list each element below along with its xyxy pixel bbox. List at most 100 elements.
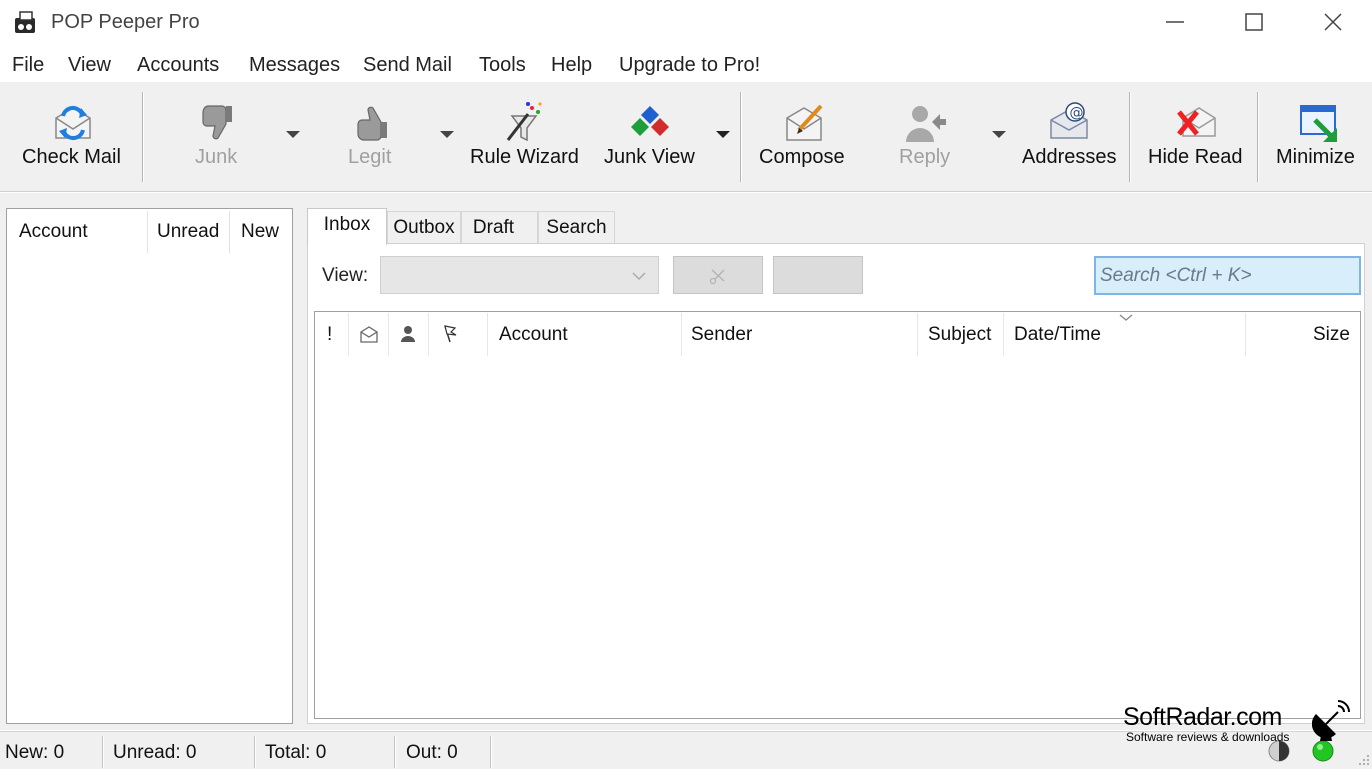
- rule-wizard-button[interactable]: Rule Wizard: [466, 82, 584, 192]
- toolbar-separator: [142, 92, 144, 182]
- column-divider[interactable]: [428, 313, 429, 356]
- hide-read-label: Hide Read: [1148, 146, 1243, 168]
- column-header-date-time[interactable]: Date/Time: [1014, 324, 1101, 346]
- tab-inbox[interactable]: Inbox: [307, 208, 387, 245]
- status-separator: [490, 736, 492, 768]
- reply-icon: [906, 106, 946, 142]
- envelope-icon[interactable]: [359, 325, 379, 343]
- window-title: POP Peeper Pro: [51, 11, 200, 33]
- junk-view-dropdown-icon[interactable]: [716, 131, 730, 139]
- title-bar: POP Peeper Pro: [0, 0, 1372, 44]
- column-header-unread[interactable]: Unread: [157, 221, 219, 243]
- chevron-down-icon: [632, 272, 646, 281]
- column-divider[interactable]: [229, 211, 230, 253]
- clear-view-button[interactable]: [673, 256, 763, 294]
- junk-view-button[interactable]: Junk View: [600, 82, 700, 192]
- menu-send-mail[interactable]: Send Mail: [363, 54, 452, 77]
- menu-upgrade[interactable]: Upgrade to Pro!: [619, 54, 760, 77]
- app-icon: [15, 11, 35, 33]
- status-separator: [394, 736, 396, 768]
- junk-button[interactable]: Junk: [175, 82, 259, 192]
- column-header-size[interactable]: Size: [1313, 324, 1350, 346]
- junk-dropdown-icon[interactable]: [286, 131, 300, 139]
- compose-button[interactable]: Compose: [755, 82, 853, 192]
- column-header-sender[interactable]: Sender: [691, 324, 752, 346]
- toolbar: Check Mail Junk Legit Rule Wizard Junk V…: [0, 82, 1372, 192]
- minimize-label: Minimize: [1276, 146, 1355, 168]
- magic-wand-icon: [506, 102, 542, 142]
- view-select[interactable]: [380, 256, 659, 294]
- column-header-priority[interactable]: !: [327, 324, 332, 346]
- tab-search[interactable]: Search: [538, 211, 615, 243]
- thumbs-up-icon: [357, 106, 387, 141]
- accounts-header: Account Unread New: [7, 209, 292, 253]
- watermark-tagline: Software reviews & downloads: [1126, 730, 1290, 744]
- column-header-account[interactable]: Account: [19, 221, 88, 243]
- column-divider[interactable]: [348, 313, 349, 356]
- resize-grip-icon[interactable]: [1356, 752, 1370, 766]
- menu-accounts[interactable]: Accounts: [137, 54, 219, 77]
- minimize-window-button[interactable]: [1135, 0, 1215, 44]
- person-icon[interactable]: [399, 324, 417, 344]
- legit-button[interactable]: Legit: [330, 82, 414, 192]
- hide-read-icon: [1177, 107, 1216, 137]
- column-divider[interactable]: [1003, 313, 1004, 356]
- message-list[interactable]: ! Account Sender Subject Date/Time Size: [314, 311, 1361, 719]
- message-list-header: ! Account Sender Subject Date/Time Size: [315, 312, 1360, 356]
- status-separator: [102, 736, 104, 768]
- search-input[interactable]: Search <Ctrl + K>: [1094, 256, 1361, 295]
- close-icon: [1324, 13, 1342, 31]
- compose-icon: [786, 104, 823, 141]
- column-divider[interactable]: [917, 313, 918, 356]
- column-header-account[interactable]: Account: [499, 324, 568, 346]
- toolbar-separator: [1129, 92, 1131, 182]
- minimize-icon: [1166, 21, 1184, 23]
- minimize-to-tray-icon: [1300, 105, 1337, 142]
- menu-view[interactable]: View: [68, 54, 111, 77]
- menu-bar: File View Accounts Messages Send Mail To…: [0, 44, 1372, 82]
- toolbar-separator: [740, 92, 742, 182]
- tab-draft[interactable]: Draft: [461, 211, 538, 243]
- sort-descending-icon: [1119, 314, 1133, 321]
- column-divider[interactable]: [487, 313, 488, 356]
- check-mail-button[interactable]: Check Mail: [14, 82, 132, 192]
- watermark-name: SoftRadar.com: [1123, 703, 1282, 731]
- column-header-subject[interactable]: Subject: [928, 324, 991, 346]
- status-out-count: Out: 0: [406, 742, 458, 763]
- compose-label: Compose: [759, 146, 845, 168]
- status-separator: [254, 736, 256, 768]
- reply-button[interactable]: Reply: [886, 82, 964, 192]
- view-options-button[interactable]: [773, 256, 863, 294]
- maximize-window-button[interactable]: [1214, 0, 1294, 44]
- reply-dropdown-icon[interactable]: [992, 131, 1006, 139]
- hide-read-button[interactable]: Hide Read: [1144, 82, 1248, 192]
- legit-label: Legit: [348, 146, 392, 168]
- menu-file[interactable]: File: [12, 54, 44, 77]
- junk-view-label: Junk View: [604, 146, 695, 168]
- accounts-pane[interactable]: Account Unread New: [6, 208, 293, 724]
- column-divider[interactable]: [681, 313, 682, 356]
- flag-icon[interactable]: [441, 324, 459, 344]
- junk-label: Junk: [195, 146, 238, 168]
- legit-dropdown-icon[interactable]: [440, 131, 454, 139]
- tab-outbox[interactable]: Outbox: [387, 211, 461, 243]
- scissors-icon: [709, 269, 725, 285]
- status-new-count: New: 0: [5, 742, 65, 763]
- reply-label: Reply: [899, 146, 951, 168]
- column-divider[interactable]: [147, 211, 148, 253]
- thumbs-down-icon: [202, 105, 232, 140]
- menu-tools[interactable]: Tools: [479, 54, 526, 77]
- column-divider[interactable]: [1245, 313, 1246, 356]
- column-header-new[interactable]: New: [241, 221, 279, 243]
- address-book-icon: @: [1050, 102, 1088, 139]
- menu-messages[interactable]: Messages: [249, 54, 340, 77]
- tab-draft-label: Draft: [472, 217, 515, 238]
- menu-help[interactable]: Help: [551, 54, 592, 77]
- close-window-button[interactable]: [1293, 0, 1372, 44]
- minimize-to-tray-button[interactable]: Minimize: [1272, 82, 1368, 192]
- satellite-dish-icon: [1312, 700, 1350, 741]
- addresses-button[interactable]: @ Addresses: [1018, 82, 1118, 192]
- junk-view-icon: [631, 106, 669, 136]
- rule-wizard-label: Rule Wizard: [470, 146, 579, 168]
- column-divider[interactable]: [388, 313, 389, 356]
